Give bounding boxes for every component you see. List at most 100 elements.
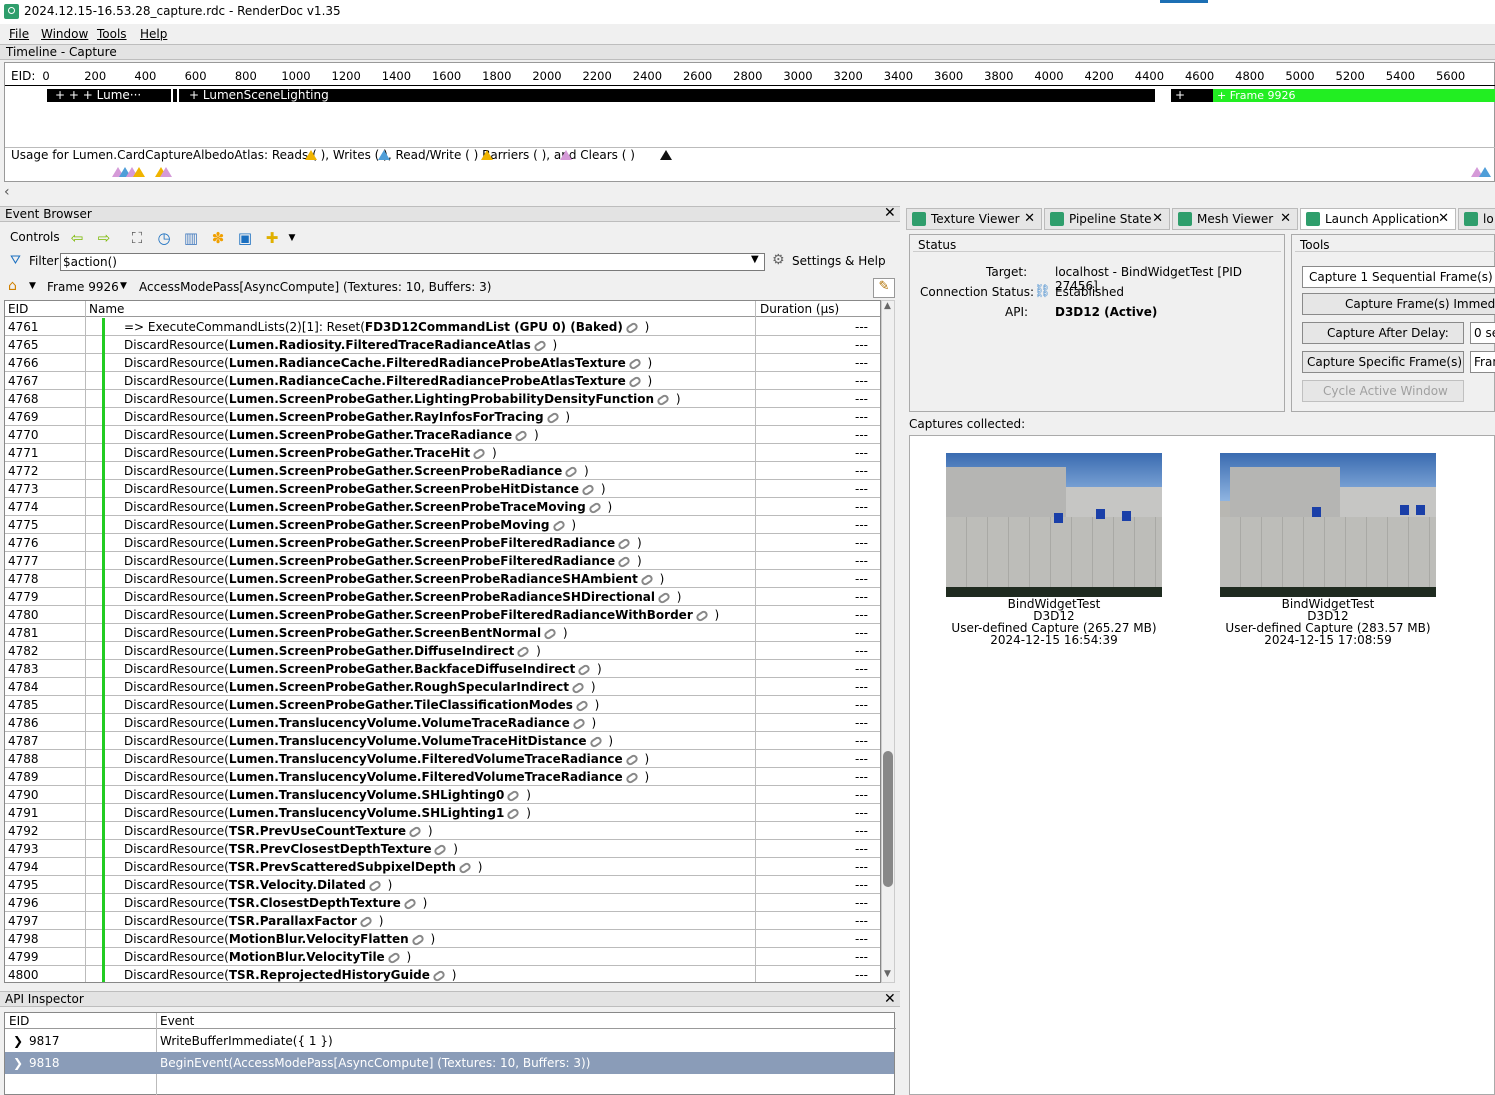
row-resource-name[interactable]: TSR.ClosestDepthTexture <box>229 896 401 910</box>
row-resource-name[interactable]: FD3D12CommandList (GPU 0) (Baked) <box>365 320 623 334</box>
table-row[interactable]: 4776 DiscardResource(Lumen.ScreenProbeGat… <box>5 534 880 552</box>
row-resource-name[interactable]: MotionBlur.VelocityFlatten <box>229 932 409 946</box>
table-row[interactable]: 4781 DiscardResource(Lumen.ScreenProbeGat… <box>5 624 880 642</box>
resource-link-icon[interactable] <box>624 320 640 335</box>
scrollbar-thumb[interactable] <box>883 751 893 887</box>
resource-link-icon[interactable] <box>407 824 423 839</box>
column-header-name[interactable]: Name <box>89 302 124 316</box>
resource-link-icon[interactable] <box>588 734 603 749</box>
usage-marker[interactable] <box>133 167 145 177</box>
row-resource-name[interactable]: TSR.PrevScatteredSubpixelDepth <box>229 860 456 874</box>
menu-window[interactable]: Window <box>41 27 88 41</box>
filter-dropdown-icon[interactable]: ▼ <box>751 254 759 265</box>
table-row[interactable]: 4797 DiscardResource(TSR.ParallaxFactor )… <box>5 912 880 930</box>
resource-link-icon[interactable] <box>513 428 529 443</box>
table-row[interactable]: 4784 DiscardResource(Lumen.ScreenProbeGat… <box>5 678 880 696</box>
table-row[interactable]: 4794 DiscardResource(TSR.PrevScatteredSub… <box>5 858 880 876</box>
close-icon[interactable]: ✕ <box>884 991 896 1007</box>
row-resource-name[interactable]: Lumen.RadianceCache.FilteredRadianceProb… <box>229 374 626 388</box>
scroll-down-icon[interactable]: ▼ <box>884 969 891 979</box>
timeline-marker-bar[interactable]: + + + Lume··· + LumenSceneLighting <box>47 87 1159 102</box>
resource-link-icon[interactable] <box>574 698 590 713</box>
row-resource-name[interactable]: Lumen.TranslucencyVolume.FilteredVolumeT… <box>229 752 623 766</box>
close-icon[interactable]: ✕ <box>1280 209 1291 229</box>
row-resource-name[interactable]: Lumen.ScreenProbeGather.ScreenProbeFilte… <box>229 608 693 622</box>
table-row[interactable]: 4785 DiscardResource(Lumen.ScreenProbeGat… <box>5 696 880 714</box>
table-row[interactable]: 4768 DiscardResource(Lumen.ScreenProbeGat… <box>5 390 880 408</box>
resource-link-icon[interactable] <box>656 590 672 605</box>
resource-link-icon[interactable] <box>367 878 383 893</box>
table-row[interactable]: 4770 DiscardResource(Lumen.ScreenProbeGat… <box>5 426 880 444</box>
table-row[interactable]: 4778 DiscardResource(Lumen.ScreenProbeGat… <box>5 570 880 588</box>
table-row[interactable]: 4795 DiscardResource(TSR.Velocity.Dilated… <box>5 876 880 894</box>
tab-log[interactable]: lo <box>1458 208 1495 230</box>
row-resource-name[interactable]: Lumen.TranslucencyVolume.VolumeTraceRadi… <box>229 716 570 730</box>
row-resource-name[interactable]: Lumen.ScreenProbeGather.RayInfosForTraci… <box>229 410 544 424</box>
resource-link-icon[interactable] <box>402 896 418 911</box>
resource-link-icon[interactable] <box>506 788 521 803</box>
capture-thumbnail[interactable] <box>1220 453 1436 597</box>
table-row[interactable]: 4761 => ExecuteCommandLists(2)[1]: Reset(… <box>5 318 880 336</box>
close-icon[interactable]: ✕ <box>1438 209 1449 229</box>
scroll-up-icon[interactable]: ▲ <box>884 301 891 311</box>
timeline-marker-plus[interactable]: + <box>1175 89 1185 102</box>
chevron-down-icon[interactable]: ▼ <box>120 281 127 291</box>
timeline-horizontal-scrollbar[interactable]: ‹ <box>0 184 1495 202</box>
edit-note-icon[interactable]: ✎ <box>873 278 895 298</box>
column-header-event[interactable]: Event <box>160 1014 194 1028</box>
close-icon[interactable]: ✕ <box>1024 209 1035 229</box>
table-row[interactable]: 4777 DiscardResource(Lumen.ScreenProbeGat… <box>5 552 880 570</box>
capture-immediately-button[interactable]: Capture Frame(s) Immediately <box>1302 293 1495 315</box>
menu-file[interactable]: File <box>9 27 29 41</box>
table-row[interactable]: 4783 DiscardResource(Lumen.ScreenProbeGat… <box>5 660 880 678</box>
row-resource-name[interactable]: Lumen.ScreenProbeGather.RoughSpecularInd… <box>229 680 569 694</box>
row-resource-name[interactable]: Lumen.ScreenProbeGather.ScreenProbeRadia… <box>229 590 655 604</box>
tab-pipeline-state[interactable]: Pipeline State ✕ <box>1044 208 1170 230</box>
save-icon[interactable]: ▣ <box>236 229 254 247</box>
table-row[interactable]: 4766 DiscardResource(Lumen.RadianceCache.… <box>5 354 880 372</box>
gear-icon[interactable]: ⚙ <box>772 252 785 268</box>
row-resource-name[interactable]: Lumen.RadianceCache.FilteredRadianceProb… <box>229 356 626 370</box>
usage-marker[interactable] <box>160 167 172 177</box>
resource-link-icon[interactable] <box>587 500 602 515</box>
scroll-left-icon[interactable]: ‹ <box>4 184 10 200</box>
row-resource-name[interactable]: Lumen.ScreenProbeGather.ScreenProbeTrace… <box>229 500 586 514</box>
api-row-selected[interactable]: ❯ 9818 BeginEvent(AccessModePass[AsyncCo… <box>5 1052 894 1074</box>
resource-link-icon[interactable] <box>624 770 639 785</box>
timeline-frame-marker[interactable]: + Frame 9926 <box>1213 89 1495 102</box>
timeline-marker-bar-2[interactable]: + <box>1171 89 1213 102</box>
row-resource-name[interactable]: Lumen.TranslucencyVolume.SHLighting0 <box>229 788 505 802</box>
row-resource-name[interactable]: Lumen.TranslucencyVolume.SHLighting1 <box>229 806 505 820</box>
capture-item-text[interactable]: BindWidgetTest D3D12 User-defined Captur… <box>924 598 1184 646</box>
row-resource-name[interactable]: Lumen.ScreenProbeGather.ScreenProbeFilte… <box>229 536 615 550</box>
chevron-down-icon[interactable]: ▼ <box>29 281 36 291</box>
column-header-eid[interactable]: EID <box>9 1014 29 1028</box>
timeline-marker-lumenscenelighting[interactable]: + LumenSceneLighting <box>189 89 329 102</box>
bookmark-icon[interactable]: ✚ <box>263 229 281 247</box>
timeline-ruler[interactable]: 0 200 400 600 800 1000 1200 1400 1600 1800 2000 220… <box>42 67 1495 85</box>
resource-link-icon[interactable] <box>386 950 401 965</box>
settings-help-button[interactable]: Settings & Help <box>792 254 886 268</box>
find-binoculars-icon[interactable]: ⛶ <box>128 229 146 247</box>
row-resource-name[interactable]: Lumen.ScreenProbeGather.ScreenProbeRadia… <box>229 464 562 478</box>
resource-link-icon[interactable] <box>563 464 579 479</box>
row-resource-name[interactable]: Lumen.ScreenProbeGather.TileClassificati… <box>229 698 573 712</box>
table-row[interactable]: 4774 DiscardResource(Lumen.ScreenProbeGat… <box>5 498 880 516</box>
resource-link-icon[interactable] <box>616 554 632 569</box>
resource-link-icon[interactable] <box>431 968 447 982</box>
event-list-scrollbar[interactable]: ▲ ▼ <box>881 300 895 983</box>
resource-link-icon[interactable] <box>542 626 558 641</box>
row-resource-name[interactable]: TSR.PrevClosestDepthTexture <box>229 842 432 856</box>
menu-tools[interactable]: Tools <box>97 27 127 41</box>
row-resource-name[interactable]: TSR.ReprojectedHistoryGuide <box>229 968 430 982</box>
resource-link-icon[interactable] <box>551 518 566 533</box>
close-icon[interactable]: ✕ <box>884 205 896 221</box>
table-row[interactable]: 4798 DiscardResource(MotionBlur.VelocityF… <box>5 930 880 948</box>
arrow-right-icon[interactable]: ⇨ <box>95 229 113 247</box>
table-row[interactable]: 4793 DiscardResource(TSR.PrevClosestDepth… <box>5 840 880 858</box>
resource-link-icon[interactable] <box>694 608 709 623</box>
row-resource-name[interactable]: Lumen.ScreenProbeGather.ScreenProbeHitDi… <box>229 482 579 496</box>
table-row[interactable]: 4782 DiscardResource(Lumen.ScreenProbeGat… <box>5 642 880 660</box>
resource-link-icon[interactable] <box>639 572 655 587</box>
row-resource-name[interactable]: MotionBlur.VelocityTile <box>229 950 385 964</box>
